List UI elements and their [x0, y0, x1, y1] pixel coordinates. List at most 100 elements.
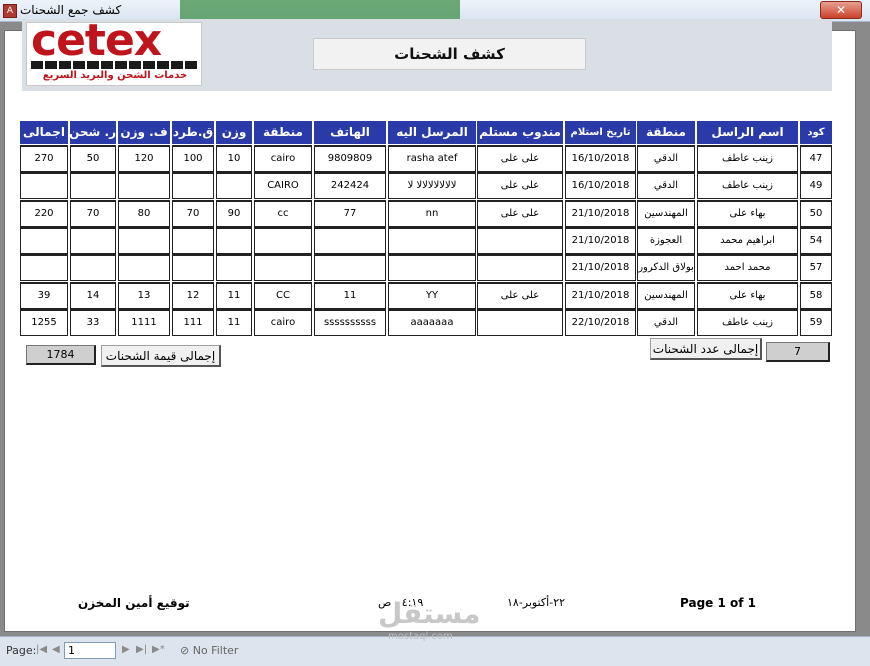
column-header: اسم الراسل — [697, 121, 798, 144]
table-cell: 21/10/2018 — [565, 254, 636, 282]
column-header: ق.طرد — [172, 121, 214, 144]
table-row: 54 ابراهيم محمد العجوزة 21/10/2018 — [18, 226, 832, 254]
table-cell — [477, 226, 563, 254]
table-cell — [172, 254, 214, 282]
column-header: المرسل اليه — [388, 121, 476, 144]
table-cell: 70 — [70, 199, 116, 227]
print-date: ٢٢-أكتوبر-١٨ — [507, 596, 566, 609]
table-cell: 90 — [216, 199, 252, 227]
table-cell: ssssssssss — [314, 308, 386, 336]
total-count-value: 7 — [766, 342, 830, 362]
table-cell: المهندسين — [637, 199, 695, 227]
table-cell: 21/10/2018 — [565, 281, 636, 309]
table-cell: 120 — [118, 145, 170, 172]
table-cell: 11 — [314, 281, 386, 309]
table-cell — [314, 226, 386, 254]
table-cell: 54 — [800, 226, 832, 254]
table-cell: 57 — [800, 254, 832, 282]
table-cell: 77 — [314, 199, 386, 227]
table-cell: زينب عاطف — [697, 145, 798, 172]
page-number-input[interactable]: 1 — [64, 642, 116, 659]
table-row: 59 زينب عاطف الدقي 22/10/2018 aaaaaaa sssssss… — [18, 308, 832, 336]
table-cell: aaaaaaa — [388, 308, 476, 336]
table-cell: 80 — [118, 199, 170, 227]
table-cell — [118, 254, 170, 282]
table-cell: 58 — [800, 281, 832, 309]
previous-page-icon[interactable]: ◀ — [52, 644, 60, 655]
table-cell — [172, 172, 214, 200]
table-cell: العجوزة — [637, 226, 695, 254]
table-cell: بهاء على — [697, 199, 798, 227]
access-app-icon: A — [3, 4, 17, 18]
table-cell: 11 — [216, 281, 252, 309]
table-cell — [20, 254, 68, 282]
column-header: منطقة — [254, 121, 312, 144]
report-window: A كشف جمع الشحنات ✕ cetex خدمات الشحن وا… — [0, 0, 870, 666]
table-cell — [20, 172, 68, 200]
table-cell: لالالالالالالا لا — [388, 172, 476, 200]
table-cell: 47 — [800, 145, 832, 172]
filter-status[interactable]: ⊘ No Filter — [180, 644, 238, 657]
table-row: 57 محمد احمد بولاق الدكرور 21/10/2018 — [18, 254, 832, 282]
table-cell: CAIRO — [254, 172, 312, 200]
table-cell: 33 — [70, 308, 116, 336]
storekeeper-signature: توقيع أمين المخزن — [78, 596, 190, 610]
table-cell: 14 — [70, 281, 116, 309]
table-cell — [70, 226, 116, 254]
table-cell: 12 — [172, 281, 214, 309]
column-header: وزن — [216, 121, 252, 144]
total-count-label: إجمالى عدد الشحنات — [650, 338, 762, 360]
watermark-url: mostaql.com — [388, 631, 453, 642]
table-cell — [216, 172, 252, 200]
column-header: ر. شحن — [70, 121, 116, 144]
table-cell — [254, 226, 312, 254]
table-cell — [216, 226, 252, 254]
table-cell: ابراهيم محمد — [697, 226, 798, 254]
total-value-value: 1784 — [26, 345, 96, 365]
page-count: Page 1 of 1 — [680, 596, 756, 610]
column-header: ف. وزن — [118, 121, 170, 144]
table-cell: 270 — [20, 145, 68, 172]
page-label: Page: — [6, 644, 37, 657]
table-cell: على على — [477, 281, 563, 309]
last-page-icon[interactable]: ▶| — [136, 644, 147, 655]
first-page-icon[interactable]: |◀ — [36, 644, 47, 655]
table-cell: 242424 — [314, 172, 386, 200]
close-button[interactable]: ✕ — [820, 1, 862, 19]
column-header: اجمالى — [20, 121, 68, 144]
table-cell — [477, 308, 563, 336]
table-cell: 9809809 — [314, 145, 386, 172]
table-cell: 21/10/2018 — [565, 199, 636, 227]
table-cell: 50 — [70, 145, 116, 172]
new-record-icon[interactable]: ▶* — [152, 644, 165, 655]
table-cell: 39 — [20, 281, 68, 309]
table-cell — [388, 226, 476, 254]
table-row: 49 زينب عاطف الدقي 16/10/2018 على على لالالال… — [18, 172, 832, 200]
table-cell: زينب عاطف — [697, 172, 798, 200]
window-title: كشف جمع الشحنات — [20, 3, 122, 17]
table-cell — [172, 226, 214, 254]
total-value-label: إجمالى قيمة الشحنات — [101, 345, 221, 367]
table-cell — [118, 172, 170, 200]
table-cell — [388, 254, 476, 282]
table-cell: 100 — [172, 145, 214, 172]
table-cell: الدقي — [637, 172, 695, 200]
watermark-logo: مستقل — [378, 597, 481, 630]
next-page-icon[interactable]: ▶ — [122, 644, 130, 655]
table-cell: 10 — [216, 145, 252, 172]
logo-wordmark: cetex — [31, 22, 162, 66]
table-cell: 16/10/2018 — [565, 172, 636, 200]
table-cell: CC — [254, 281, 312, 309]
column-header: الهاتف — [314, 121, 386, 144]
table-cell: 49 — [800, 172, 832, 200]
table-cell: المهندسين — [637, 281, 695, 309]
table-cell: 1255 — [20, 308, 68, 336]
table-cell: cairo — [254, 308, 312, 336]
table-cell: 11 — [216, 308, 252, 336]
filter-label: No Filter — [192, 644, 239, 657]
column-header: منطقة — [637, 121, 695, 144]
report-title: كشف الشحنات — [313, 38, 586, 70]
column-header: مندوب مستلم — [477, 121, 563, 144]
table-row: 58 بهاء على المهندسين 21/10/2018 على على YY 11… — [18, 281, 832, 309]
record-navigation-bar: مستقل mostaql.com Page: |◀ ◀ 1 ▶ ▶| ▶* ⊘… — [0, 597, 870, 666]
